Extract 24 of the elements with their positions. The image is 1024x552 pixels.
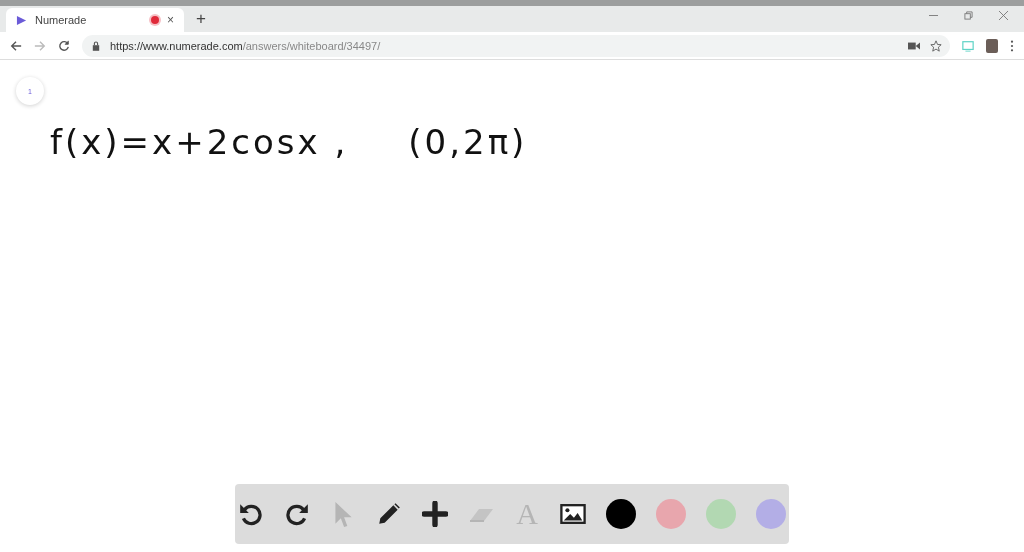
color-swatch[interactable] [656, 499, 686, 529]
restore-icon[interactable] [964, 10, 973, 20]
address-field[interactable]: https://www.numerade.com/answers/whiteboard/34497/ [82, 34, 950, 57]
play-logo-icon [16, 14, 27, 26]
image-icon[interactable] [560, 501, 586, 527]
profile-avatar[interactable] [986, 38, 998, 53]
pencil-icon[interactable] [376, 501, 402, 527]
reload-icon[interactable] [58, 39, 70, 52]
back-arrow-icon[interactable] [10, 39, 22, 52]
tab-title: Numerade [35, 14, 88, 26]
color-swatch[interactable] [756, 499, 786, 529]
handwritten-math: f(x)=x+2cosx , [50, 122, 349, 162]
close-tab-button[interactable]: × [167, 13, 174, 27]
color-swatch[interactable] [706, 499, 736, 529]
browser-tab[interactable]: Numerade × [6, 8, 184, 32]
close-icon[interactable] [999, 10, 1008, 20]
star-icon[interactable] [930, 39, 942, 52]
new-tab-button[interactable]: + [196, 9, 206, 29]
handwritten-math: (0,2π) [408, 122, 528, 162]
color-swatch[interactable] [606, 499, 636, 529]
url-text: https://www.numerade.com/answers/whiteboard/34497/ [110, 39, 382, 52]
plus-icon[interactable] [422, 501, 448, 527]
menu-icon[interactable] [1010, 39, 1014, 52]
lock-icon [92, 40, 100, 51]
